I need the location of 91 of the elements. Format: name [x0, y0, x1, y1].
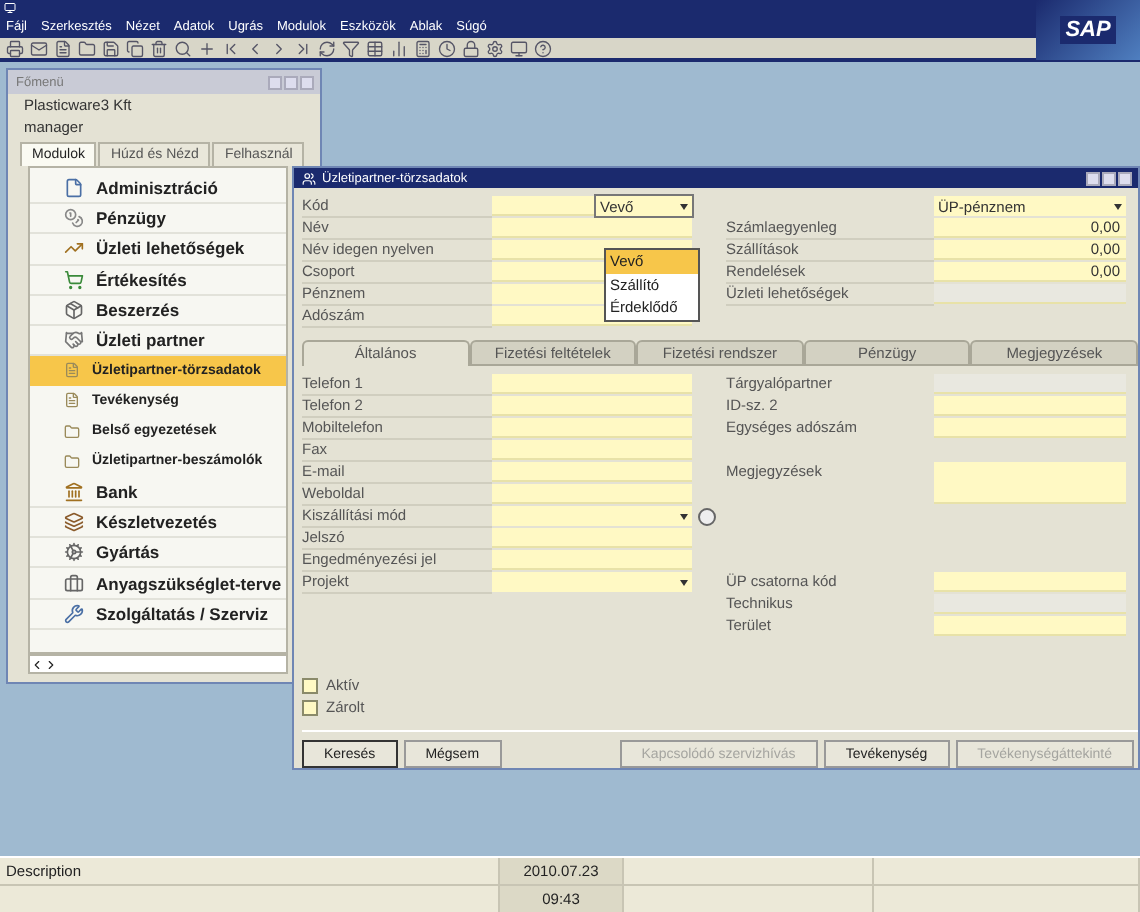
- input-field[interactable]: [934, 418, 1126, 438]
- document-icon: [64, 392, 80, 409]
- caret-icon: [680, 579, 688, 585]
- caret-icon: [680, 203, 688, 209]
- monitor-icon[interactable]: [510, 39, 528, 57]
- input-field[interactable]: [492, 396, 692, 416]
- module-label: Készletvezetés: [96, 512, 217, 533]
- maximize-button[interactable]: [1102, 171, 1116, 185]
- module-item[interactable]: Üzleti lehetőségek: [30, 234, 286, 266]
- refresh-icon[interactable]: [318, 39, 336, 57]
- checkbox[interactable]: [302, 699, 318, 715]
- module-item[interactable]: Értékesítés: [30, 265, 286, 296]
- save-icon[interactable]: [102, 39, 120, 57]
- minimize-button[interactable]: [1086, 171, 1100, 185]
- module-label: Anyagszükséglet-terve: [96, 573, 282, 594]
- settings-icon[interactable]: [486, 39, 504, 57]
- folder-icon: [64, 453, 80, 470]
- table-icon[interactable]: [366, 39, 384, 57]
- calculator-icon[interactable]: [414, 39, 432, 57]
- handshake-icon: [64, 330, 84, 351]
- bank-icon: [64, 481, 84, 502]
- module-item[interactable]: Adminisztráció: [30, 174, 286, 205]
- coins-icon: [64, 208, 84, 229]
- trash-icon[interactable]: [150, 39, 168, 57]
- gears-icon: [64, 542, 84, 563]
- next-record-icon[interactable]: [270, 39, 288, 57]
- module-label: Pénzügy: [96, 208, 166, 229]
- document-icon[interactable]: [54, 39, 72, 57]
- people-icon: [302, 171, 316, 185]
- input-field[interactable]: [934, 462, 1126, 504]
- wrench-icon: [64, 603, 84, 624]
- filter-icon[interactable]: [342, 39, 360, 57]
- input-field[interactable]: [492, 374, 692, 394]
- input-field[interactable]: [492, 528, 692, 548]
- module-item[interactable]: Szolgáltatás / Szerviz: [30, 599, 286, 630]
- module-label: Beszerzés: [96, 299, 180, 320]
- link-icon[interactable]: [698, 508, 716, 526]
- input-field[interactable]: [492, 550, 692, 570]
- module-label: Értékesítés: [96, 269, 187, 290]
- module-item[interactable]: Beszerzés: [30, 295, 286, 326]
- package-icon: [64, 299, 84, 320]
- last-record-icon[interactable]: [294, 39, 312, 57]
- previous-record-icon[interactable]: [246, 39, 264, 57]
- input-field[interactable]: [934, 572, 1126, 592]
- copy-icon[interactable]: [126, 39, 144, 57]
- module-label: Gyártás: [96, 542, 160, 563]
- scroll-left-icon[interactable]: [30, 657, 44, 671]
- clock-icon[interactable]: [438, 39, 456, 57]
- briefcase-icon: [64, 573, 84, 594]
- input-field[interactable]: [934, 616, 1126, 636]
- module-label: Bank: [96, 481, 138, 502]
- module-label: Szolgáltatás / Szerviz: [96, 603, 268, 624]
- cart-icon: [64, 269, 84, 290]
- caret-icon: [1114, 203, 1122, 209]
- dropdown-field[interactable]: [492, 572, 692, 592]
- logo: SAP: [1059, 16, 1117, 44]
- input-field[interactable]: [492, 462, 692, 482]
- input-field[interactable]: [492, 196, 596, 216]
- folder-icon: [64, 423, 80, 440]
- document-icon: [64, 362, 80, 379]
- checkbox[interactable]: [302, 677, 318, 693]
- chart-icon[interactable]: [390, 39, 408, 57]
- close-button[interactable]: [1118, 171, 1132, 185]
- search-icon[interactable]: [174, 39, 192, 57]
- scroll-right-icon[interactable]: [44, 657, 58, 671]
- mail-icon[interactable]: [30, 39, 48, 57]
- caret-icon: [680, 513, 688, 519]
- input-field[interactable]: [492, 440, 692, 460]
- module-label: Adminisztráció: [96, 178, 218, 199]
- plus-icon[interactable]: [198, 39, 216, 57]
- module-item[interactable]: Pénzügy: [30, 204, 286, 235]
- input-field[interactable]: [492, 218, 692, 238]
- printer-icon[interactable]: [6, 39, 24, 57]
- input-field[interactable]: [492, 484, 692, 504]
- app-icon: [4, 2, 16, 14]
- stack-icon: [64, 512, 84, 533]
- document-icon: [64, 178, 84, 199]
- lock-icon[interactable]: [462, 39, 480, 57]
- first-record-icon[interactable]: [222, 39, 240, 57]
- module-item[interactable]: Készletvezetés: [30, 508, 286, 539]
- dropdown-field[interactable]: [492, 506, 692, 526]
- module-label: Üzleti lehetőségek: [96, 238, 245, 259]
- help-icon[interactable]: [534, 39, 552, 57]
- input-field[interactable]: [492, 418, 692, 438]
- input-field[interactable]: [934, 396, 1126, 416]
- module-item[interactable]: Bank: [30, 477, 286, 509]
- module-label: Üzleti partner: [96, 330, 205, 351]
- module-item[interactable]: Gyártás: [30, 538, 286, 569]
- folder-icon[interactable]: [78, 39, 96, 57]
- module-item[interactable]: Anyagszükséglet-terve: [30, 568, 286, 600]
- chart-icon: [64, 238, 84, 259]
